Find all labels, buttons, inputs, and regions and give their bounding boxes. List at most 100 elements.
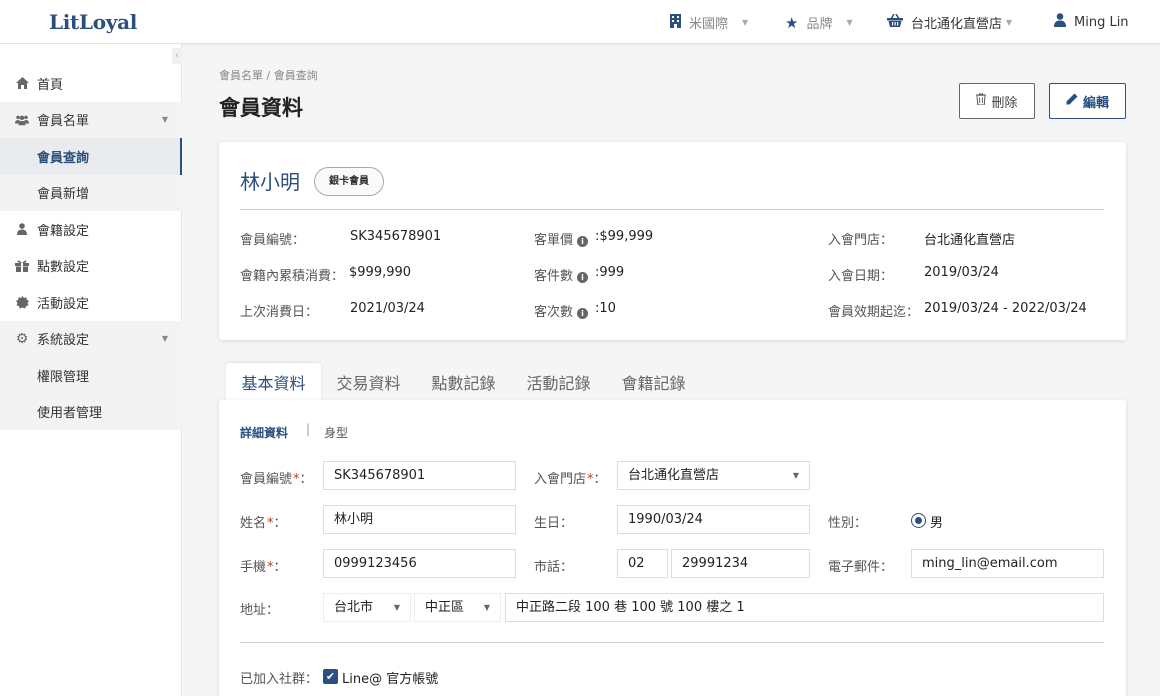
home-icon — [15, 76, 29, 90]
user-icon — [1054, 13, 1066, 31]
chevron-down-icon: ▼ — [161, 115, 168, 125]
sidebar-item-points-settings[interactable]: 點數設定 — [0, 248, 182, 285]
subtab-details[interactable]: 詳細資料 — [240, 424, 288, 441]
user-name: Ming Lin — [1074, 14, 1129, 30]
chevron-down-icon: ▼ — [393, 603, 400, 612]
chevron-down-icon: ▼ — [161, 334, 168, 344]
sidebar-item-member-add[interactable]: 會員新增 — [0, 174, 182, 211]
member-summary-card: 林小明 銀卡會員 會員編號： SK345678901 客單價 i :$99,999… — [219, 142, 1126, 340]
name-field[interactable]: 林小明 — [323, 505, 516, 534]
user-icon — [15, 222, 29, 236]
avg-price-label: 客單價 i — [534, 229, 589, 248]
chevron-down-icon: ▼ — [792, 471, 799, 480]
delete-button[interactable]: 刪除 — [959, 83, 1035, 119]
chevron-down-icon: ▼ — [483, 603, 490, 612]
tab-membership-records[interactable]: 會籍記錄 — [606, 363, 701, 400]
sidebar: ‹ 首頁 會員名單 ▼ 會員查詢 會員新增 會籍設定 點數設定 活動設定 ⚙ 系… — [0, 44, 182, 696]
line-checkbox[interactable]: ✔ — [323, 669, 338, 684]
store-select[interactable]: 台北通化直營店 ▼ — [617, 461, 810, 490]
divider — [240, 642, 1104, 643]
address-field[interactable]: 中正路二段 100 巷 100 號 100 樓之 1 — [505, 593, 1104, 622]
visits-label: 客次數 i — [534, 301, 589, 320]
check-icon: ✔ — [325, 670, 336, 683]
sidebar-item-campaign-settings[interactable]: 活動設定 — [0, 284, 182, 321]
phone-area-field[interactable]: 02 — [617, 549, 668, 578]
name-field-label: 姓名*： — [240, 516, 287, 531]
items-label: 客件數 i — [534, 265, 589, 284]
sidebar-item-label: 會員名單 — [37, 114, 90, 130]
badge-icon — [15, 295, 29, 309]
birthday-field-label: 生日： — [534, 516, 574, 531]
company-label: 米國際 — [689, 17, 729, 32]
phone-field-label: 市話： — [534, 560, 574, 575]
visits-value: :10 — [595, 301, 616, 316]
phone-number-field[interactable]: 29991234 — [671, 549, 810, 578]
info-icon[interactable]: i — [577, 236, 589, 247]
edit-button[interactable]: 編輯 — [1049, 83, 1126, 119]
sidebar-item-label: 會員查詢 — [37, 150, 90, 166]
gear-icon: ⚙ — [15, 330, 29, 347]
store-field-label: 入會門店*： — [534, 472, 607, 487]
store-selector[interactable]: 台北通化直營店 ▼ — [887, 13, 1012, 32]
user-menu[interactable]: Ming Lin — [1054, 13, 1129, 31]
company-selector[interactable]: 米國際 ▼ — [670, 13, 748, 32]
mobile-field[interactable]: 0999123456 — [323, 549, 516, 578]
city-select[interactable]: 台北市 ▼ — [323, 593, 411, 622]
district-select[interactable]: 中正區 ▼ — [414, 593, 501, 622]
basket-icon — [887, 13, 903, 31]
join-store-value: 台北通化直營店 — [924, 233, 1016, 248]
info-icon[interactable]: i — [577, 308, 589, 319]
total-spend-label: 會籍內累積消費： — [240, 269, 345, 284]
gender-field-label: 性別： — [828, 516, 868, 531]
birthday-field[interactable]: 1990/03/24 — [617, 505, 810, 534]
sidebar-item-label: 使用者管理 — [37, 406, 103, 422]
sidebar-item-home[interactable]: 首頁 — [0, 65, 182, 102]
member-detail-card: 詳細資料 | 身型 會員編號*： SK345678901 入會門店*： 台北通化… — [219, 400, 1126, 696]
tab-basic-info[interactable]: 基本資料 — [226, 363, 321, 400]
pencil-icon — [1066, 93, 1078, 109]
member-name: 林小明 — [240, 170, 300, 194]
sidebar-item-member-list[interactable]: 會員名單 ▼ — [0, 101, 182, 138]
page-title: 會員資料 — [219, 96, 303, 120]
email-field-label: 電子郵件： — [828, 560, 894, 575]
sidebar-item-label: 系統設定 — [37, 333, 90, 349]
sidebar-item-label: 會籍設定 — [37, 223, 90, 239]
sidebar-item-member-search[interactable]: 會員查詢 — [0, 138, 182, 175]
gift-icon — [15, 259, 29, 273]
member-no-label: 會員編號： — [240, 233, 306, 248]
sidebar-item-system-settings[interactable]: ⚙ 系統設定 ▼ — [0, 320, 182, 357]
member-no-field[interactable]: SK345678901 — [323, 461, 516, 490]
app-logo[interactable]: LitLoyal — [49, 10, 137, 34]
sidebar-item-label: 首頁 — [37, 77, 64, 93]
tab-transactions[interactable]: 交易資料 — [321, 363, 416, 400]
store-label: 台北通化直營店 — [911, 17, 1003, 32]
chevron-down-icon: ▼ — [1006, 18, 1013, 27]
brand-label: 品牌 — [806, 17, 833, 32]
top-bar: LitLoyal 米國際 ▼ ★ 品牌 ▼ 台北通化直營店 ▼ Ming Lin — [0, 0, 1160, 44]
sidebar-item-label: 會員新增 — [37, 187, 90, 203]
items-value: :999 — [595, 265, 625, 280]
sidebar-item-permission-management[interactable]: 權限管理 — [0, 357, 182, 394]
validity-label: 會員效期起迄： — [828, 305, 920, 320]
total-spend-value: $999,990 — [349, 265, 412, 280]
social-label: 已加入社群： — [240, 672, 319, 687]
sidebar-item-label: 點數設定 — [37, 260, 90, 276]
star-icon: ★ — [785, 13, 799, 32]
gender-male-radio[interactable] — [911, 513, 926, 528]
sidebar-item-label: 活動設定 — [37, 296, 90, 312]
sidebar-item-user-management[interactable]: 使用者管理 — [0, 393, 182, 430]
join-date-label: 入會日期： — [828, 269, 894, 284]
line-checkbox-label: Line@ 官方帳號 — [342, 672, 439, 687]
brand-selector[interactable]: ★ 品牌 ▼ — [785, 13, 853, 33]
info-icon[interactable]: i — [577, 272, 589, 283]
chevron-down-icon: ▼ — [846, 18, 853, 27]
validity-value: 2019/03/24 - 2022/03/24 — [924, 301, 1087, 316]
last-spend-label: 上次消費日： — [240, 305, 319, 320]
subtab-body-shape[interactable]: 身型 — [324, 424, 348, 441]
collapse-sidebar-icon[interactable]: ‹ — [172, 48, 182, 64]
join-date-value: 2019/03/24 — [924, 265, 999, 280]
email-field[interactable]: ming_lin@email.com — [911, 549, 1104, 578]
tab-points-records[interactable]: 點數記錄 — [416, 363, 511, 400]
tab-campaign-records[interactable]: 活動記錄 — [511, 363, 606, 400]
sidebar-item-membership-settings[interactable]: 會籍設定 — [0, 211, 182, 248]
